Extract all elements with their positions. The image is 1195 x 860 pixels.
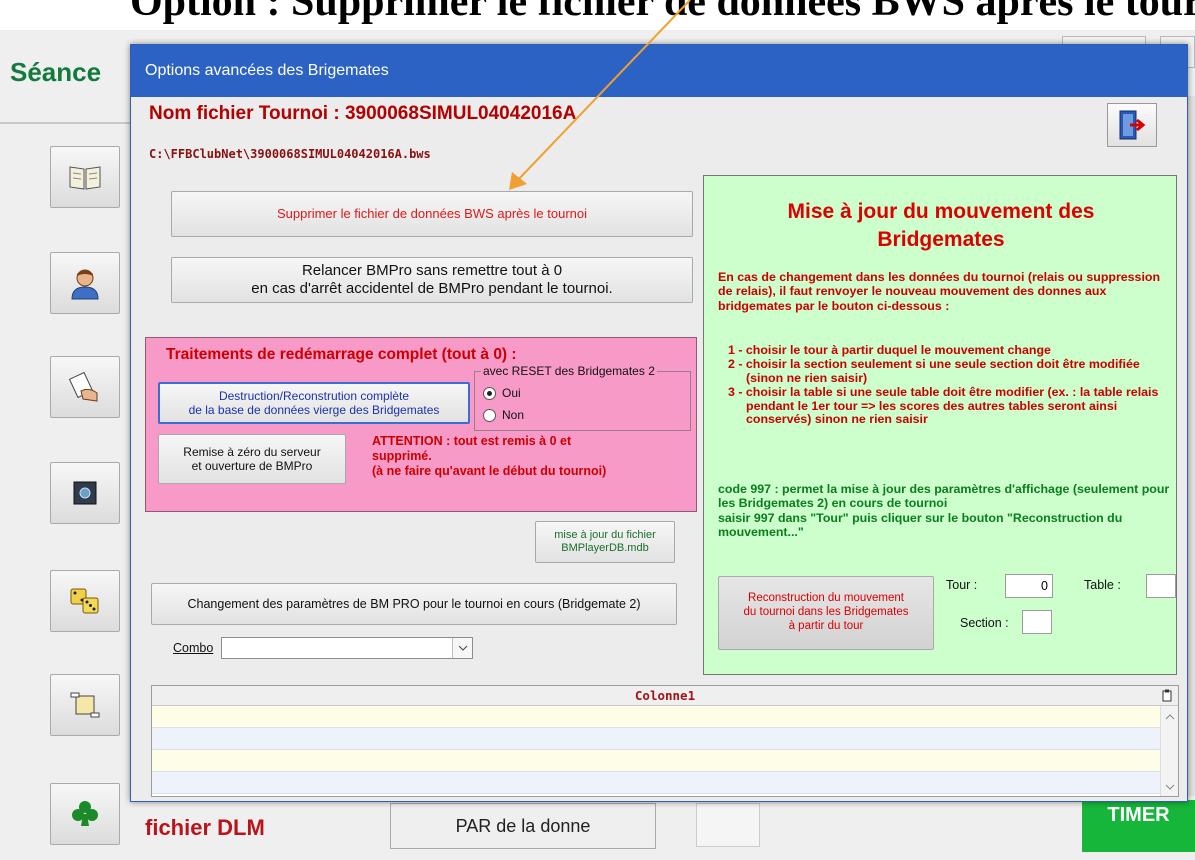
annotation-arrow xyxy=(509,0,691,190)
screenshot-root: Option : Supprimer le fichier de données… xyxy=(0,0,1195,860)
